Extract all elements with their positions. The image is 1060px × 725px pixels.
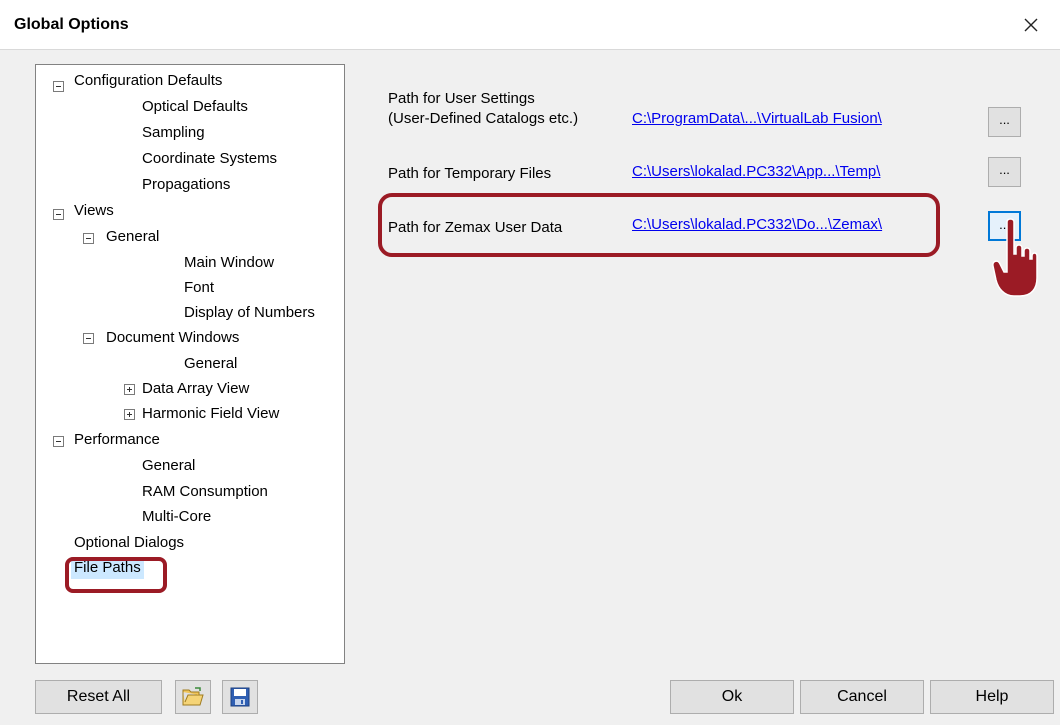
tree-item-multi-core[interactable]: Multi-Core — [142, 506, 211, 528]
tree-item-propagations[interactable]: Propagations — [142, 174, 230, 196]
title-bar: Global Options — [0, 0, 1060, 50]
browse-temp-files-button[interactable]: ... — [988, 157, 1021, 187]
user-settings-label-line2: (User-Defined Catalogs etc.) — [388, 110, 579, 127]
save-icon — [230, 687, 250, 707]
tree-item-views[interactable]: Views — [74, 200, 114, 222]
expand-toggle-data-array-view[interactable] — [124, 384, 135, 395]
close-icon — [1024, 18, 1038, 32]
window-title: Global Options — [14, 16, 129, 33]
ok-button[interactable]: Ok — [670, 680, 794, 714]
pointing-hand-icon — [992, 218, 1038, 297]
tree-item-data-array-view[interactable]: Data Array View — [142, 378, 249, 400]
temp-files-path-link[interactable]: C:\Users\lokalad.PC332\App...\Temp\ — [632, 163, 880, 181]
highlight-file-paths — [65, 557, 167, 593]
save-button[interactable] — [222, 680, 258, 714]
tree-item-performance[interactable]: Performance — [74, 429, 160, 451]
close-button[interactable] — [1012, 8, 1050, 42]
tree-item-font[interactable]: Font — [184, 277, 214, 299]
open-folder-button[interactable] — [175, 680, 211, 714]
highlight-zemax-row — [378, 193, 940, 257]
tree-item-main-window[interactable]: Main Window — [184, 252, 274, 274]
collapse-toggle-views-general[interactable] — [83, 233, 94, 244]
tree-item-sampling[interactable]: Sampling — [142, 122, 205, 144]
reset-all-button[interactable]: Reset All — [35, 680, 162, 714]
collapse-toggle-document-windows[interactable] — [83, 333, 94, 344]
tree-item-optical-defaults[interactable]: Optical Defaults — [142, 96, 248, 118]
tree-item-document-windows-general[interactable]: General — [184, 353, 237, 375]
cancel-button[interactable]: Cancel — [800, 680, 924, 714]
help-button[interactable]: Help — [930, 680, 1054, 714]
tree-item-ram-consumption[interactable]: RAM Consumption — [142, 481, 268, 503]
tree-item-coordinate-systems[interactable]: Coordinate Systems — [142, 148, 277, 170]
tree-item-views-general[interactable]: General — [106, 226, 159, 248]
user-settings-path-link[interactable]: C:\ProgramData\...\VirtualLab Fusion\ — [632, 110, 882, 128]
tree-item-optional-dialogs[interactable]: Optional Dialogs — [74, 532, 184, 554]
tree-item-configuration-defaults[interactable]: Configuration Defaults — [74, 70, 222, 92]
collapse-toggle-views[interactable] — [53, 209, 64, 220]
browse-user-settings-button[interactable]: ... — [988, 107, 1021, 137]
temp-files-label: Path for Temporary Files — [388, 165, 552, 182]
tree-item-display-of-numbers[interactable]: Display of Numbers — [184, 302, 315, 324]
collapse-toggle-configuration-defaults[interactable] — [53, 81, 64, 92]
user-settings-label-line1: Path for User Settings — [388, 90, 535, 107]
tree-item-document-windows[interactable]: Document Windows — [106, 327, 239, 349]
collapse-toggle-performance[interactable] — [53, 436, 64, 447]
open-folder-icon — [182, 687, 204, 706]
expand-toggle-harmonic-field-view[interactable] — [124, 409, 135, 420]
tree-item-harmonic-field-view[interactable]: Harmonic Field View — [142, 403, 279, 425]
tree-item-performance-general[interactable]: General — [142, 455, 195, 477]
